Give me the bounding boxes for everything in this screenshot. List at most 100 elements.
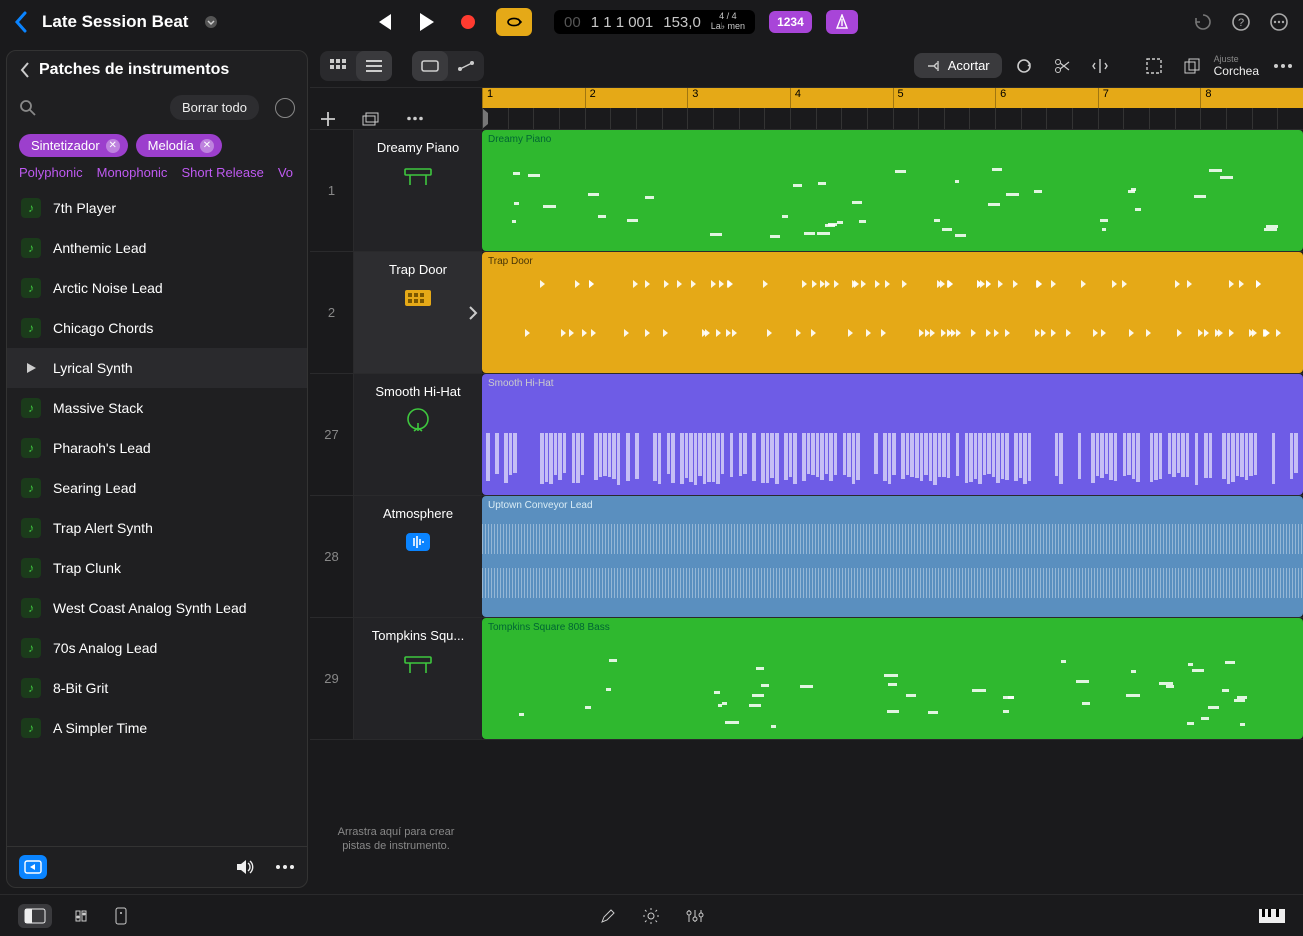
arrangement-ruler[interactable]: 12345678	[482, 88, 1303, 108]
grid-view-button[interactable]	[320, 51, 356, 81]
patch-item[interactable]: ♪A Simpler Time	[7, 708, 307, 748]
chip-remove-icon[interactable]: ✕	[200, 139, 214, 153]
record-button[interactable]	[454, 8, 482, 36]
patch-item[interactable]: ♪Trap Alert Synth	[7, 508, 307, 548]
patch-list[interactable]: ♪7th Player♪Anthemic Lead♪Arctic Noise L…	[7, 188, 307, 846]
patch-item[interactable]: ♪Arctic Noise Lead	[7, 268, 307, 308]
mixer-toggle-button[interactable]	[74, 909, 92, 923]
ruler-bar[interactable]: 2	[585, 88, 688, 108]
patch-item[interactable]: ♪7th Player	[7, 188, 307, 228]
list-view-button[interactable]	[356, 51, 392, 81]
track-header-body[interactable]: Tompkins Squ...	[354, 618, 482, 739]
clear-all-button[interactable]: Borrar todo	[170, 95, 259, 120]
patch-item[interactable]: ♪Anthemic Lead	[7, 228, 307, 268]
ruler-bar[interactable]: 4	[790, 88, 893, 108]
patch-item[interactable]: ♪70s Analog Lead	[7, 628, 307, 668]
patch-item[interactable]: ♪Massive Stack	[7, 388, 307, 428]
filter-chip[interactable]: Sintetizador✕	[19, 134, 128, 157]
ruler-bar[interactable]: 7	[1098, 88, 1201, 108]
track-header[interactable]: 1 Dreamy Piano	[310, 130, 482, 251]
ruler-bar[interactable]: 1	[482, 88, 585, 108]
track-type-icon	[401, 163, 435, 189]
add-track-button[interactable]	[320, 111, 336, 127]
help-icon[interactable]: ?	[1231, 12, 1251, 32]
track-header[interactable]: 28 Atmosphere	[310, 496, 482, 617]
patch-item[interactable]: ♪8-Bit Grit	[7, 668, 307, 708]
track-header[interactable]: 27 Smooth Hi-Hat	[310, 374, 482, 495]
region-lane[interactable]: Uptown Conveyor Lead	[482, 496, 1303, 617]
filter-chip[interactable]: Melodía✕	[136, 134, 222, 157]
track-header-body[interactable]: Atmosphere	[354, 496, 482, 617]
scissors-tool-icon[interactable]	[1046, 51, 1078, 81]
instrument-icon: ♪	[21, 518, 41, 538]
track-header[interactable]: 2 Trap Door	[310, 252, 482, 373]
search-icon[interactable]	[19, 99, 37, 117]
track-stack-button[interactable]	[362, 112, 380, 126]
track-header[interactable]: 29 Tompkins Squ...	[310, 618, 482, 739]
editor-toggle-button[interactable]	[114, 907, 128, 925]
expand-chevron-icon[interactable]	[468, 305, 478, 321]
brightness-icon[interactable]	[642, 907, 660, 925]
undo-icon[interactable]	[1193, 12, 1213, 32]
settings-sliders-icon[interactable]	[686, 907, 704, 925]
loop-tool-icon[interactable]	[1008, 51, 1040, 81]
project-menu-chevron[interactable]	[204, 15, 218, 29]
ruler-bar[interactable]: 6	[995, 88, 1098, 108]
region[interactable]: Dreamy Piano	[482, 130, 1303, 251]
patch-item[interactable]: ♪Searing Lead	[7, 468, 307, 508]
patch-name: 70s Analog Lead	[53, 640, 157, 656]
region-display-button[interactable]	[412, 51, 448, 81]
filter-chips: Sintetizador✕ Melodía✕	[7, 126, 307, 161]
sound-library-button[interactable]	[19, 855, 47, 879]
browser-toggle-button[interactable]	[18, 904, 52, 928]
track-header-body[interactable]: Dreamy Piano	[354, 130, 482, 251]
sidebar-back-button[interactable]	[19, 61, 31, 79]
snap-setting[interactable]: Ajuste Corchea	[1214, 54, 1267, 78]
patch-item[interactable]: ♪Trap Clunk	[7, 548, 307, 588]
region-lane[interactable]: Tompkins Square 808 Bass	[482, 618, 1303, 739]
filter-subchip[interactable]: Polyphonic	[19, 165, 83, 180]
region-lane[interactable]: Dreamy Piano	[482, 130, 1303, 251]
split-tool-icon[interactable]	[1084, 51, 1116, 81]
back-button[interactable]	[14, 11, 28, 33]
count-in-button[interactable]: 1234	[769, 11, 812, 33]
region[interactable]: Trap Door	[482, 252, 1303, 373]
lcd-display[interactable]: 00 1 1 1 001 153,0 4 / 4La♭ men	[554, 10, 755, 34]
drop-zone[interactable]: Arrastra aquí para crear pistas de instr…	[310, 784, 1303, 894]
keyboard-toggle-button[interactable]	[1259, 909, 1285, 923]
ruler-bar[interactable]: 8	[1200, 88, 1303, 108]
patch-item[interactable]: Lyrical Synth	[7, 348, 307, 388]
filter-subchip[interactable]: Short Release	[181, 165, 263, 180]
region[interactable]: Smooth Hi-Hat	[482, 374, 1303, 495]
patch-item[interactable]: ♪Pharaoh's Lead	[7, 428, 307, 468]
marquee-tool-icon[interactable]	[1138, 51, 1170, 81]
chip-remove-icon[interactable]: ✕	[106, 139, 120, 153]
region[interactable]: Uptown Conveyor Lead	[482, 496, 1303, 617]
patch-item[interactable]: ♪West Coast Analog Synth Lead	[7, 588, 307, 628]
pencil-tool-icon[interactable]	[600, 907, 616, 925]
time-ruler[interactable]	[482, 108, 1303, 129]
region[interactable]: Tompkins Square 808 Bass	[482, 618, 1303, 739]
region-lane[interactable]: Trap Door	[482, 252, 1303, 373]
metronome-button[interactable]	[826, 10, 858, 34]
track-header-body[interactable]: Trap Door	[354, 252, 482, 373]
play-button[interactable]	[412, 8, 440, 36]
automation-display-button[interactable]	[448, 51, 484, 81]
preview-speaker-icon[interactable]	[235, 859, 255, 875]
filter-subchip[interactable]: Monophonic	[97, 165, 168, 180]
trim-button[interactable]: Acortar	[914, 53, 1002, 78]
go-to-start-button[interactable]	[370, 8, 398, 36]
filter-subchip[interactable]: Vo	[278, 165, 293, 180]
ruler-bar[interactable]: 3	[687, 88, 790, 108]
more-icon[interactable]	[1269, 12, 1289, 32]
copy-tool-icon[interactable]	[1176, 51, 1208, 81]
sidebar-more-icon[interactable]	[275, 864, 295, 870]
toolbar-more-icon[interactable]	[1273, 63, 1293, 69]
cycle-button[interactable]	[496, 8, 532, 36]
region-lane[interactable]: Smooth Hi-Hat	[482, 374, 1303, 495]
ruler-bar[interactable]: 5	[893, 88, 996, 108]
patch-item[interactable]: ♪Chicago Chords	[7, 308, 307, 348]
track-header-more-icon[interactable]	[406, 116, 424, 121]
track-header-body[interactable]: Smooth Hi-Hat	[354, 374, 482, 495]
filter-ring-icon[interactable]	[275, 98, 295, 118]
